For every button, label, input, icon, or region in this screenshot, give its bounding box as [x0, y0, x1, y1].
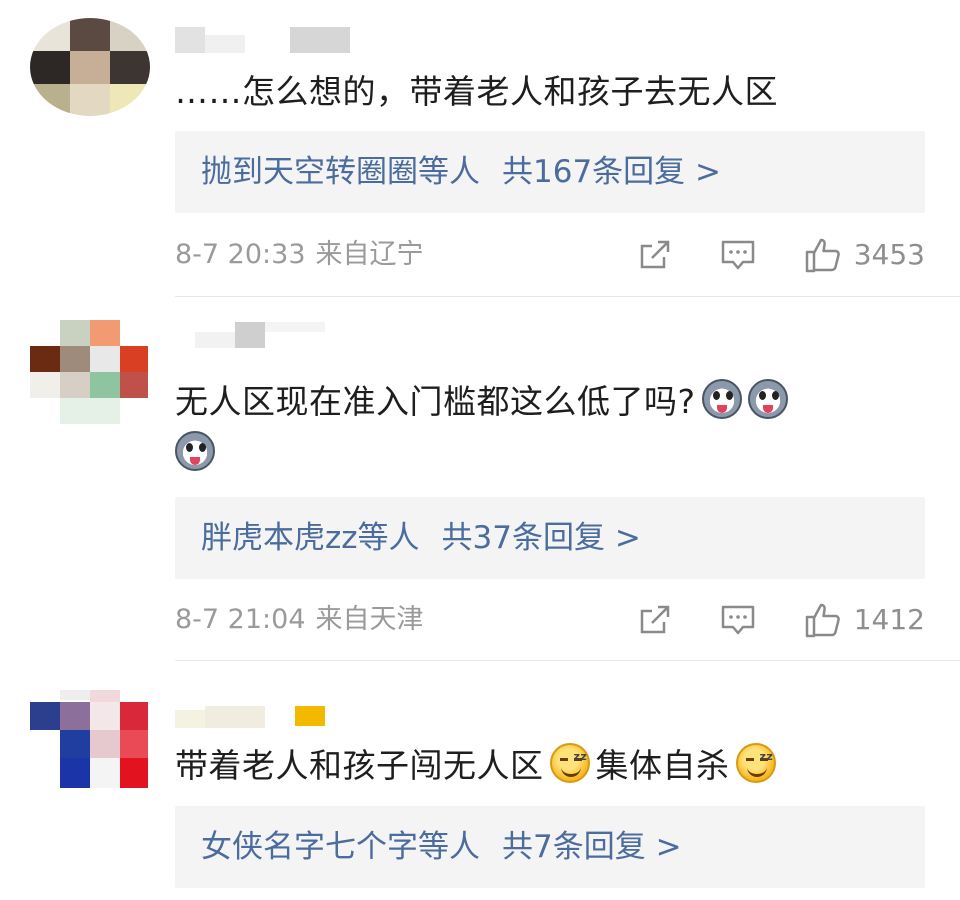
sleepy-smile-emoji: zz — [735, 743, 776, 783]
username-blurred[interactable] — [175, 702, 335, 730]
comment-item: 带着老人和孩子闯无人区 zz 集体自杀 zz 女侠名字七个字等人 共7条回复 > — [0, 0, 960, 900]
replies-link[interactable]: 女侠名字七个字等人 共7条回复 > — [175, 806, 925, 888]
avatar[interactable] — [30, 690, 148, 788]
replies-count: 共7条回复 > — [502, 829, 682, 865]
sleepy-smile-emoji: zz — [549, 743, 590, 783]
replies-users: 女侠名字七个字等人 — [201, 829, 480, 865]
comment-text: 带着老人和孩子闯无人区 zz 集体自杀 zz — [175, 740, 920, 792]
